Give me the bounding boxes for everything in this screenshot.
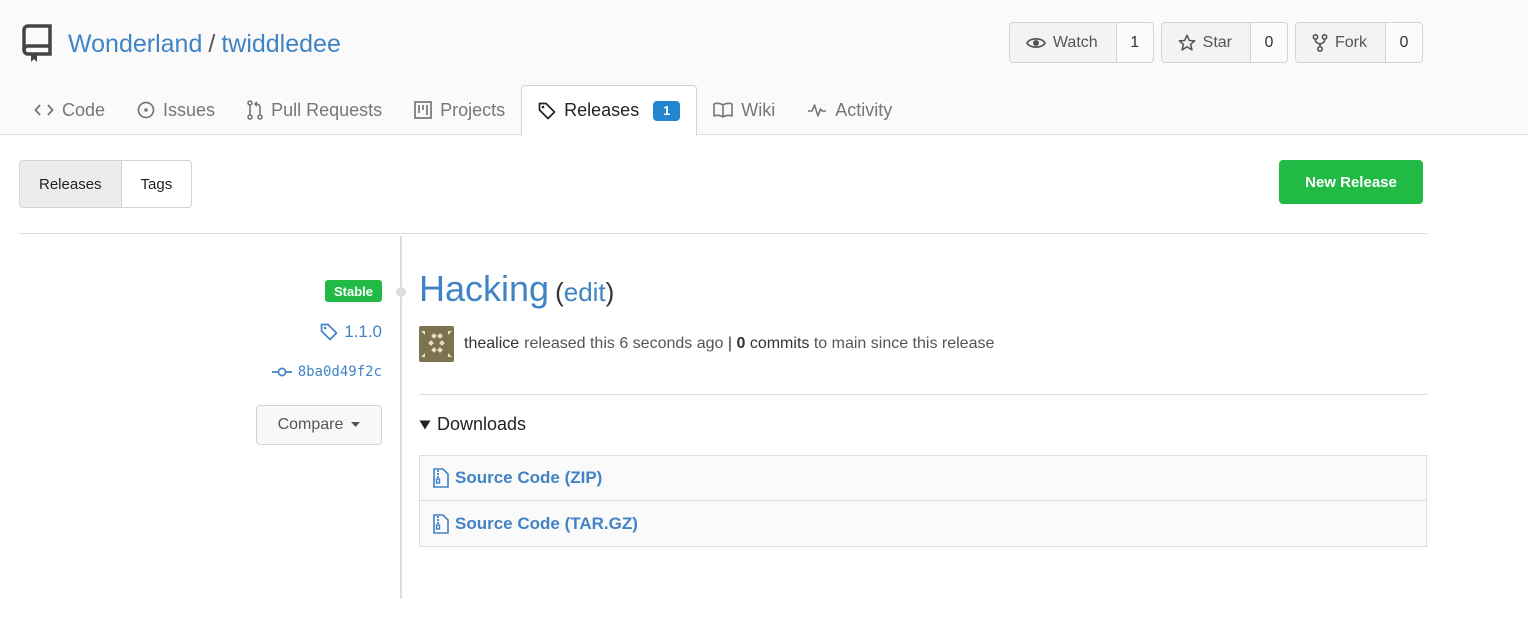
tab-projects-label: Projects	[440, 99, 506, 120]
compare-dropdown[interactable]: Compare	[256, 405, 382, 445]
downloads-label: Downloads	[437, 414, 527, 434]
edit-release-link[interactable]: edit	[564, 277, 606, 308]
release-commit-link[interactable]: 8ba0d49f2c	[271, 364, 382, 380]
paren-close: )	[605, 277, 615, 307]
eye-icon	[1025, 37, 1046, 48]
repo-title: Wonderland / twiddledee	[22, 22, 341, 66]
commits-label: commits	[749, 335, 810, 352]
watch-button[interactable]: Watch 1	[1008, 22, 1154, 63]
release-tag-link[interactable]: 1.1.0	[320, 322, 382, 342]
release-title-row: Hacking ( edit )	[419, 268, 614, 310]
issue-icon	[137, 101, 155, 119]
book-icon	[713, 102, 734, 118]
star-count[interactable]: 0	[1251, 23, 1287, 62]
repo-name-link[interactable]: twiddledee	[221, 30, 341, 59]
fork-label-area[interactable]: Fork	[1296, 23, 1386, 62]
tab-code-label: Code	[62, 99, 106, 120]
tab-pull-requests-label: Pull Requests	[271, 99, 383, 120]
pulse-icon	[808, 104, 827, 117]
release-commit-sha: 8ba0d49f2c	[297, 364, 382, 380]
star-icon	[1178, 34, 1196, 51]
fork-button[interactable]: Fork 0	[1295, 22, 1423, 63]
tag-icon	[320, 323, 338, 341]
repo-tabs: Code Issues Pull Requests Projects Relea…	[18, 85, 908, 136]
repo-header: Wonderland / twiddledee Watch 1 Star 0 F…	[0, 0, 1528, 136]
commit-icon	[271, 367, 292, 377]
download-source-zip[interactable]: Source Code (ZIP)	[419, 455, 1427, 501]
repo-separator: /	[208, 29, 216, 58]
tab-projects[interactable]: Projects	[398, 85, 521, 135]
release-tag: 1.1.0	[344, 322, 382, 341]
releases-count-badge: 1	[653, 100, 681, 121]
triangle-down-icon	[419, 420, 431, 429]
star-button[interactable]: Star 0	[1160, 22, 1288, 63]
tab-code[interactable]: Code	[18, 85, 121, 135]
fork-icon	[1312, 33, 1328, 52]
divider	[419, 394, 1427, 395]
project-icon	[414, 101, 432, 119]
release-title[interactable]: Hacking	[419, 268, 549, 310]
status-badge: Stable	[325, 280, 382, 302]
paren-open: (	[555, 277, 564, 307]
tab-releases-label: Releases	[564, 100, 640, 120]
author-link[interactable]: thealice	[464, 335, 519, 353]
branch-text: to main since this release	[813, 335, 995, 352]
pull-request-icon	[247, 100, 263, 120]
tab-issues-label: Issues	[163, 99, 216, 120]
downloads-toggle[interactable]: Downloads	[419, 414, 526, 435]
tag-icon	[538, 102, 556, 119]
tab-wiki-label: Wiki	[741, 99, 776, 120]
download-source-targz[interactable]: Source Code (TAR.GZ)	[419, 501, 1427, 547]
downloads-list: Source Code (ZIP) Source Code (TAR.GZ)	[419, 455, 1427, 547]
commits-since-link[interactable]: 0 commits	[736, 335, 809, 353]
watch-label: Watch	[1052, 33, 1098, 51]
tab-wiki[interactable]: Wiki	[697, 85, 791, 135]
repo-icon	[22, 22, 56, 66]
new-release-button[interactable]: New Release	[1279, 160, 1423, 204]
star-label: Star	[1202, 33, 1232, 51]
file-zip-icon	[433, 468, 449, 488]
tags-toggle-button[interactable]: Tags	[121, 161, 192, 207]
tab-activity[interactable]: Activity	[791, 85, 908, 135]
repo-owner-link[interactable]: Wonderland	[68, 30, 202, 59]
releases-toggle-button[interactable]: Releases	[20, 161, 122, 207]
releases-tags-toggle: Releases Tags	[19, 160, 193, 208]
file-zip-icon	[433, 513, 449, 534]
tab-issues[interactable]: Issues	[121, 85, 231, 135]
compare-label: Compare	[277, 416, 344, 433]
tab-activity-label: Activity	[835, 99, 893, 120]
released-text: released this 6 seconds ago	[524, 335, 724, 352]
repo-actions: Watch 1 Star 0 Fork 0	[1008, 22, 1423, 63]
avatar	[419, 326, 454, 362]
download-label: Source Code (TAR.GZ)	[455, 513, 638, 533]
tab-pull-requests[interactable]: Pull Requests	[231, 85, 398, 135]
watch-label-area[interactable]: Watch	[1009, 23, 1117, 62]
code-icon	[34, 104, 54, 116]
star-label-area[interactable]: Star	[1161, 23, 1251, 62]
tab-releases[interactable]: Releases 1	[521, 85, 698, 136]
timeline-dot	[396, 287, 406, 297]
fork-count[interactable]: 0	[1386, 23, 1422, 62]
caret-down-icon	[351, 422, 361, 427]
fork-label: Fork	[1335, 33, 1367, 51]
release-meta: thealice released this 6 seconds ago | 0…	[419, 326, 994, 362]
divider	[19, 233, 1427, 234]
download-label: Source Code (ZIP)	[455, 468, 603, 487]
watch-count[interactable]: 1	[1116, 23, 1153, 62]
